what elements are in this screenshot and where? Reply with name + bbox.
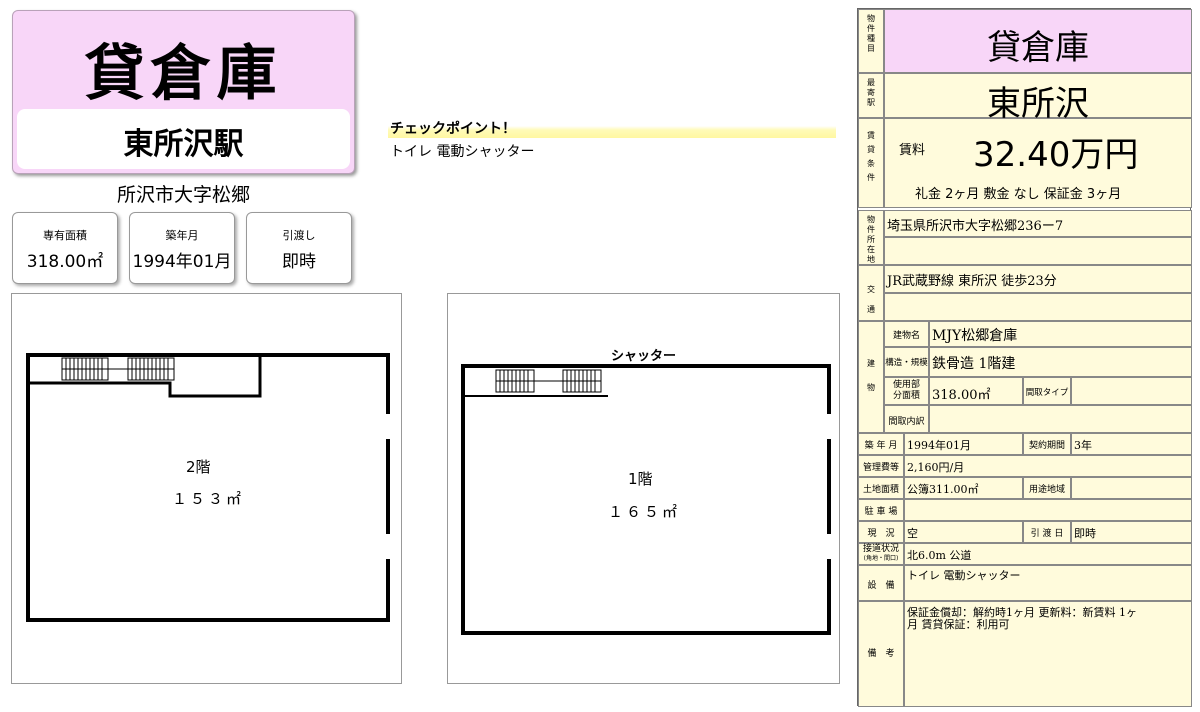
mgmt-cell: 2,160円/月 [904, 455, 1192, 477]
label-text: 交通 [867, 285, 875, 314]
info-card-label: 築年月 [165, 229, 199, 242]
floor-plan-1f: シャッター 1階 １６５㎡ [447, 293, 840, 684]
floor-plan-2f: 2階 １５３㎡ [11, 293, 402, 684]
property-type-title: 貸倉庫 [84, 39, 283, 109]
label-remarks: 備 考 [858, 601, 904, 707]
info-card-value: 318.00㎡ [26, 252, 104, 272]
layout-type-cell [1071, 377, 1192, 405]
usage-area-cell: 318.00㎡ [929, 377, 1023, 405]
label-usage-area: 使用部分面積 [884, 377, 929, 405]
transport-value-cell: JR武蔵野線 東所沢 徒歩23分 [884, 265, 1192, 293]
rent-value: 32.40万円 [973, 135, 1139, 175]
floor-area-1f: １６５㎡ [608, 503, 681, 521]
status-value: 空 [907, 527, 918, 540]
label-text: 物件所在地 [867, 215, 875, 264]
info-card-label: 専有面積 [43, 229, 87, 242]
terms-value-cell: 賃料 32.40万円 礼金 2ヶ月 敷金 なし 保証金 3ヶ月 [884, 118, 1192, 208]
built-cell: 1994年01月 [904, 433, 1023, 455]
row-label-type: 物件種目 [858, 9, 884, 73]
built-value: 1994年01月 [907, 439, 971, 452]
address-value: 埼玉県所沢市大字松郷236ー7 [887, 219, 1064, 234]
address-value-cell: 埼玉県所沢市大字松郷236ー7 [884, 210, 1192, 237]
label-handover: 引 渡 日 [1023, 521, 1071, 543]
info-card-handover: 引渡し 即時 [246, 212, 352, 284]
row-label-address: 物件所在地 [858, 210, 884, 265]
building-name-value: MJY松郷倉庫 [932, 328, 1018, 344]
label-contract: 契約期間 [1023, 433, 1071, 455]
station-value-cell: 東所沢 [884, 73, 1192, 124]
label-mgmt: 管理費等 [858, 455, 904, 477]
usage-area-value: 318.00㎡ [932, 388, 991, 403]
property-type-banner: 貸倉庫 東所沢駅 [12, 10, 355, 174]
transport-extra-cell [884, 293, 1192, 321]
land-value: 公簿311.00㎡ [907, 483, 979, 496]
station-title: 東所沢駅 [123, 127, 244, 162]
layout-detail-cell [929, 405, 1192, 433]
rent-label: 賃料 [899, 143, 926, 158]
floor-area-2f: １５３㎡ [172, 490, 245, 508]
label-building-name: 建物名 [884, 321, 929, 347]
row-label-building: 建物 [858, 321, 884, 433]
info-card-value: 即時 [282, 252, 316, 272]
label-text: 最寄駅 [867, 78, 875, 107]
equipment-cell: トイレ 電動シャッター [904, 565, 1192, 601]
floor-name-2f: 2階 [186, 458, 211, 476]
address-heading: 所沢市大字松郷 [116, 184, 250, 206]
handover-cell: 即時 [1071, 521, 1192, 543]
info-card-built: 築年月 1994年01月 [129, 212, 235, 284]
contract-value: 3年 [1074, 439, 1092, 452]
handover-value: 即時 [1074, 527, 1096, 540]
remarks-line-2: 月 賃貸保証：利用可 [907, 618, 1010, 631]
label-status: 現 況 [858, 521, 904, 543]
floor-plan-1f-drawing [461, 364, 831, 635]
info-card-label: 引渡し [282, 229, 316, 242]
transport-value: JR武蔵野線 東所沢 徒歩23分 [887, 274, 1057, 289]
label-text: 物件種目 [867, 14, 875, 53]
mgmt-value: 2,160円/月 [907, 461, 965, 474]
parking-cell [904, 499, 1192, 521]
building-name-cell: MJY松郷倉庫 [929, 321, 1192, 347]
label-equipment: 設 備 [858, 565, 904, 601]
status-cell: 空 [904, 521, 1023, 543]
road-value: 北6.0m 公道 [907, 549, 972, 562]
structure-value: 鉄骨造 1階建 [932, 356, 1016, 372]
checkpoint-title: チェックポイント！ [388, 118, 836, 138]
contract-cell: 3年 [1071, 433, 1192, 455]
type-value: 貸倉庫 [987, 28, 1089, 68]
label-road: 接道状況 (角地・間口) [858, 543, 904, 565]
label-layout-detail: 間取内訳 [884, 405, 929, 433]
address-extra-cell [884, 237, 1192, 265]
land-cell: 公簿311.00㎡ [904, 477, 1023, 499]
row-label-station: 最寄駅 [858, 73, 884, 118]
zoning-cell [1071, 477, 1192, 499]
label-structure: 構造・規模 [884, 347, 929, 377]
label-text: 賃貸条件 [867, 131, 875, 182]
label-built: 築 年 月 [858, 433, 904, 455]
structure-cell: 鉄骨造 1階建 [929, 347, 1192, 377]
equipment-value: トイレ 電動シャッター [907, 569, 1021, 582]
info-card-value: 1994年01月 [132, 252, 232, 272]
label-zoning: 用途地域 [1023, 477, 1071, 499]
row-label-transport: 交通 [858, 265, 884, 321]
label-road-sub: (角地・間口) [863, 555, 899, 562]
label-land: 土地面積 [858, 477, 904, 499]
property-detail-table: 物件種目 貸倉庫 最寄駅 東所沢 賃貸条件 賃料 32.40万円 礼金 2ヶ月 … [857, 8, 1192, 707]
road-cell: 北6.0m 公道 [904, 543, 1192, 565]
station-banner: 東所沢駅 [17, 109, 350, 169]
label-parking: 駐 車 場 [858, 499, 904, 521]
remarks-cell: 保証金償却：解約時1ヶ月 更新料：新賃料 1ヶ 月 賃貸保証：利用可 [904, 601, 1192, 707]
type-value-cell: 貸倉庫 [884, 9, 1192, 73]
checkpoint-text: トイレ 電動シャッター [390, 144, 535, 160]
deposits-value: 礼金 2ヶ月 敷金 なし 保証金 3ヶ月 [915, 187, 1122, 202]
label-layout-type: 間取タイプ [1023, 377, 1071, 405]
label-text: 建物 [867, 359, 875, 392]
floor-name-1f: 1階 [628, 470, 653, 488]
label-road-main: 接道状況 [862, 544, 899, 554]
row-label-terms: 賃貸条件 [858, 118, 884, 208]
info-card-area: 専有面積 318.00㎡ [12, 212, 118, 284]
